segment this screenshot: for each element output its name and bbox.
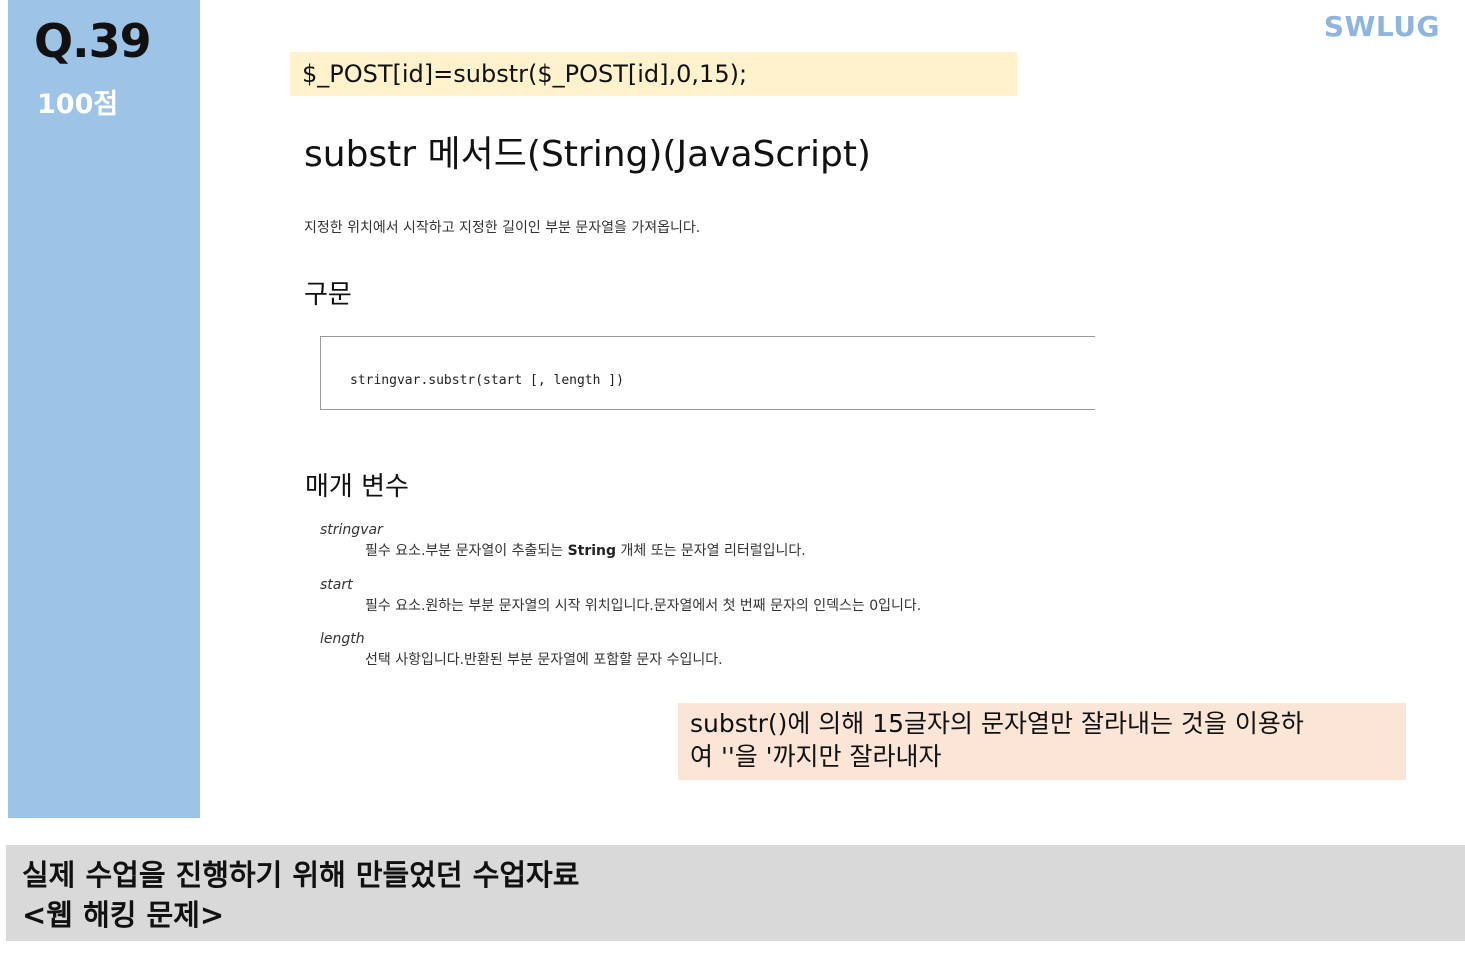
parameters-heading: 매개 변수 [305, 472, 409, 502]
param-desc-length: 선택 사항입니다.반환된 부분 문자열에 포함할 문자 수입니다. [365, 652, 723, 668]
code-highlight: $_POST[id]=substr($_POST[id],0,15); [290, 52, 1017, 96]
param-desc-text: 개체 또는 문자열 리터럴입니다. [616, 543, 806, 559]
brand-logo: SWLUG [1323, 10, 1440, 43]
syntax-code-block: stringvar.substr(start [, length ]) [320, 336, 1095, 410]
param-name-stringvar: stringvar [320, 522, 383, 538]
question-score: 100점 [37, 89, 119, 120]
param-desc-type: String [567, 543, 617, 559]
question-sidebar [8, 0, 200, 818]
explanation-note: substr()에 의해 15글자의 문자열만 잘라내는 것을 이용하 여 ''… [678, 703, 1406, 780]
syntax-code: stringvar.substr(start [, length ]) [350, 373, 624, 388]
footer-line-1: 실제 수업을 진행하기 위해 만들었던 수업자료 [22, 858, 580, 892]
syntax-heading: 구문 [304, 280, 352, 310]
param-name-length: length [320, 631, 365, 647]
param-desc-start: 필수 요소.원하는 부분 문자열의 시작 위치입니다.문자열에서 첫 번째 문자… [365, 598, 922, 614]
doc-description: 지정한 위치에서 시작하고 지정한 길이인 부분 문자열을 가져옵니다. [304, 220, 701, 236]
param-desc-stringvar: 필수 요소.부분 문자열이 추출되는 String 개체 또는 문자열 리터럴입… [365, 540, 806, 560]
footer-line-2: <웹 해킹 문제> [22, 898, 225, 932]
param-desc-text: 필수 요소.부분 문자열이 추출되는 [365, 543, 568, 559]
param-name-start: start [320, 577, 353, 593]
doc-title: substr 메서드(String)(JavaScript) [304, 134, 871, 175]
footer-caption: 실제 수업을 진행하기 위해 만들었던 수업자료 <웹 해킹 문제> [6, 845, 1465, 941]
question-number: Q.39 [34, 14, 152, 68]
